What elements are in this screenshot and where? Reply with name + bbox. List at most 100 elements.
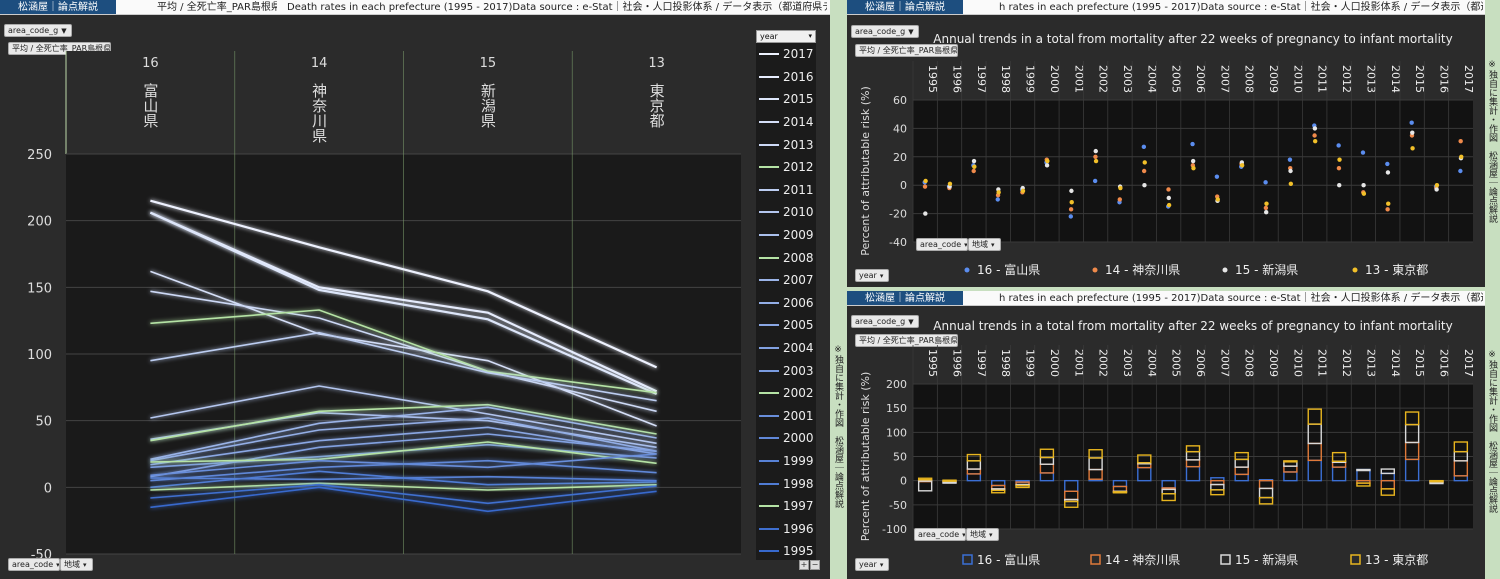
scatter-point: [947, 181, 953, 186]
chart-title: Annual trends in a total from mortality …: [933, 32, 1452, 46]
legend-label: 14 - 神奈川県: [1105, 263, 1180, 277]
scatter-point: [971, 168, 976, 174]
scatter-point: [1385, 161, 1390, 167]
scatter-point: [1191, 165, 1196, 171]
scatter-point: [1312, 138, 1318, 144]
year-legend-item[interactable]: 2005: [756, 314, 816, 337]
scatter-point: [1093, 148, 1098, 154]
year-legend-item[interactable]: 2002: [756, 382, 816, 405]
year-legend-item[interactable]: 1997: [756, 495, 816, 518]
region-chip[interactable]: 地域 ▾: [60, 558, 93, 571]
year-legend: year ▾ 2017 2016 2015 2014 2013 2012 2011 2010 20…: [756, 30, 816, 560]
year-legend-item[interactable]: 2014: [756, 111, 816, 134]
y-tick-label: 250: [27, 148, 52, 163]
year-legend-item[interactable]: 2008: [756, 246, 816, 269]
legend-swatch: [759, 256, 779, 259]
year-legend-item[interactable]: 2011: [756, 179, 816, 202]
legend-year-label: 2005: [783, 318, 814, 333]
rb-year-chip[interactable]: year ▾: [855, 558, 889, 571]
year-legend-item[interactable]: 2012: [756, 156, 816, 179]
scatter-point: [1312, 126, 1318, 131]
category-code-label: 14: [311, 56, 328, 71]
legend-swatch: [759, 347, 779, 350]
year-legend-item[interactable]: 2003: [756, 359, 816, 382]
area-code-label: area_code: [12, 560, 54, 569]
legend-label: 14 - 神奈川県: [1105, 553, 1180, 567]
year-legend-item[interactable]: 1996: [756, 517, 816, 540]
legend-swatch: [759, 234, 779, 237]
zoom-in-button[interactable]: +: [799, 560, 809, 570]
legend-year-label: 1995: [783, 544, 814, 559]
rt-area-code-chip[interactable]: area_code ▾: [916, 238, 968, 251]
year-legend-item[interactable]: 2009: [756, 224, 816, 247]
scatter-point: [1287, 157, 1293, 162]
year-legend-item[interactable]: 2007: [756, 269, 816, 292]
legend-swatch: [759, 324, 779, 327]
scatter-point: [1020, 188, 1026, 194]
scatter-point: [1044, 163, 1050, 168]
legend-year-label: 2002: [783, 386, 814, 401]
year-label: year: [859, 271, 877, 280]
scatter-point: [923, 211, 928, 216]
y-tick-label: -20: [889, 208, 907, 221]
year-legend-item[interactable]: 1999: [756, 450, 816, 473]
scatter-point: [1093, 158, 1099, 164]
legend-marker: [1352, 267, 1358, 273]
legend-year-label: 1997: [783, 499, 814, 514]
scatter-point: [1361, 183, 1366, 188]
zoom-out-button[interactable]: −: [810, 560, 820, 570]
measure-crumb: 平均 / 全死亡率_PAR島根県: [157, 2, 277, 13]
scatter-point: [1458, 138, 1463, 144]
year-legend-item[interactable]: 1998: [756, 472, 816, 495]
legend-year-label: 1998: [783, 476, 814, 491]
legend-year-label: 2009: [783, 228, 814, 243]
brand-label[interactable]: 松涵屋｜論点解説: [0, 0, 116, 14]
bar-segment: [942, 479, 957, 482]
chart-title: Annual trends in a total from mortality …: [933, 319, 1452, 333]
y-tick-label: 50: [35, 415, 52, 430]
category-code-label: 15: [480, 56, 497, 71]
year-legend-item[interactable]: 2001: [756, 405, 816, 428]
scatter-point: [1336, 143, 1341, 148]
legend-swatch: [759, 121, 779, 124]
year-legend-item[interactable]: 2016: [756, 66, 816, 89]
year-legend-header[interactable]: year ▾: [756, 30, 816, 43]
legend-swatch: [759, 527, 779, 530]
year-legend-item[interactable]: 2000: [756, 427, 816, 450]
year-legend-item[interactable]: 2015: [756, 88, 816, 111]
legend-swatch: [759, 211, 779, 214]
left-header-bar: 松涵屋｜論点解説 平均 / 全死亡率_PAR島根県 Death rates in…: [0, 0, 830, 15]
year-legend-item[interactable]: 2017: [756, 43, 816, 66]
scatter-point: [971, 158, 977, 164]
legend-swatch: [759, 459, 779, 462]
scatter-point: [1409, 120, 1414, 125]
scatter-point: [1093, 154, 1098, 159]
chevron-down-icon: ▾: [83, 561, 87, 569]
right-bottom-panel: 松涵屋｜論点解説 h rates in each prefecture (199…: [847, 291, 1485, 579]
scatter-point: [1092, 178, 1098, 184]
scatter-point: [1263, 180, 1268, 185]
rt-region-chip[interactable]: 地域 ▾: [968, 238, 1001, 251]
legend-marker: [1090, 554, 1101, 565]
legend-year-label: 2013: [783, 137, 814, 152]
year-legend-item[interactable]: 2004: [756, 337, 816, 360]
scatter-point: [1142, 183, 1147, 188]
scatter-point: [1361, 191, 1367, 196]
rb-area-code-chip[interactable]: area_code ▾: [914, 528, 966, 541]
legend-swatch: [759, 75, 779, 78]
bar-segment: [1356, 468, 1371, 472]
year-legend-item[interactable]: 2010: [756, 201, 816, 224]
rt-year-chip[interactable]: year ▾: [855, 269, 889, 282]
year-legend-item[interactable]: 2006: [756, 292, 816, 315]
scatter-point: [1459, 154, 1464, 159]
year-label: year: [859, 560, 877, 569]
year-legend-item[interactable]: 2013: [756, 133, 816, 156]
legend-marker: [1220, 554, 1231, 565]
rb-region-chip[interactable]: 地域 ▾: [966, 528, 999, 541]
scatter-point: [1118, 185, 1123, 191]
legend-year-label: 2004: [783, 341, 814, 356]
scatter-point: [972, 164, 977, 169]
scatter-point: [1069, 188, 1074, 194]
area-code-chip[interactable]: area_code ▾: [8, 558, 60, 571]
legend-swatch: [759, 505, 779, 508]
